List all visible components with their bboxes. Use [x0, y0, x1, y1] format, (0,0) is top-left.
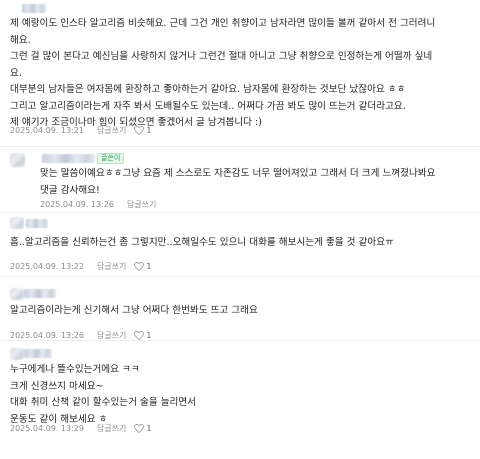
like-button[interactable]: 1 — [134, 262, 152, 271]
avatar-blurred — [10, 217, 24, 229]
comment-meta: 2025.04.09. 13:21 답글쓰기 1 — [10, 125, 152, 136]
like-count: 1 — [146, 424, 152, 433]
like-button[interactable]: 1 — [134, 331, 152, 340]
heart-icon — [134, 126, 145, 135]
author-name-blurred[interactable] — [26, 219, 48, 228]
comment-date: 2025.04.09. 13:22 — [10, 262, 84, 271]
like-count: 1 — [146, 126, 152, 135]
avatar-blurred — [10, 153, 25, 167]
reply-button[interactable]: 답글쓰기 — [127, 199, 156, 210]
like-button[interactable]: 1 — [134, 126, 152, 135]
comment-date: 2025.04.09. 13:21 — [10, 126, 84, 135]
reply-button[interactable]: 답글쓰기 — [97, 125, 126, 136]
author-badge: 글쓴이 — [97, 153, 125, 164]
comment-meta: 2025.04.09. 13:26 답글쓰기 — [40, 199, 156, 210]
avatar-blurred — [10, 288, 24, 300]
comment-text: 흠..알고리즘을 신뢰하는건 좀 그렇지만..오해일수도 있으니 대화를 해보시… — [10, 237, 394, 248]
divider — [0, 276, 480, 277]
heart-icon — [134, 424, 145, 433]
divider — [0, 340, 480, 341]
reply-button[interactable]: 답글쓰기 — [97, 423, 126, 434]
avatar-blurred — [10, 348, 24, 360]
author-name-blurred[interactable] — [42, 154, 95, 163]
like-count: 1 — [146, 331, 152, 340]
author-name-blurred[interactable] — [24, 289, 56, 298]
like-button[interactable]: 1 — [134, 424, 152, 433]
comment-date: 2025.04.09. 13:26 — [10, 331, 84, 340]
comment-text: 맞는 말씀이예요ㅎㅎ그냥 요즘 제 스스로도 자존감도 너무 떨어져있고 그래서… — [40, 168, 436, 196]
author-name-blurred[interactable] — [24, 349, 52, 358]
comment-date: 2025.04.09. 13:26 — [40, 200, 114, 209]
comment-text: 누구에게나 뜰수있는거에요 ㅋㅋ 크게 신경쓰지 마세요~ 대화 취미 산책 같… — [10, 364, 196, 425]
comment-text: 제 예랑이도 인스타 알고리즘 비슷해요. 근데 그건 개인 취향이고 남자라면… — [10, 18, 436, 128]
comment-meta: 2025.04.09. 13:29 답글쓰기 1 — [10, 423, 152, 434]
comment-text: 알고리즘이라는게 신기해서 그냥 어쩌다 한번봐도 뜨고 그래요 — [10, 305, 258, 316]
author-name-blurred[interactable] — [22, 4, 46, 13]
heart-icon — [134, 262, 145, 271]
comment-date: 2025.04.09. 13:29 — [10, 424, 84, 433]
heart-icon — [134, 331, 145, 340]
divider — [0, 212, 480, 213]
comment-meta: 2025.04.09. 13:22 답글쓰기 1 — [10, 261, 152, 272]
reply-button[interactable]: 답글쓰기 — [97, 261, 126, 272]
like-count: 1 — [146, 262, 152, 271]
divider — [0, 146, 480, 147]
